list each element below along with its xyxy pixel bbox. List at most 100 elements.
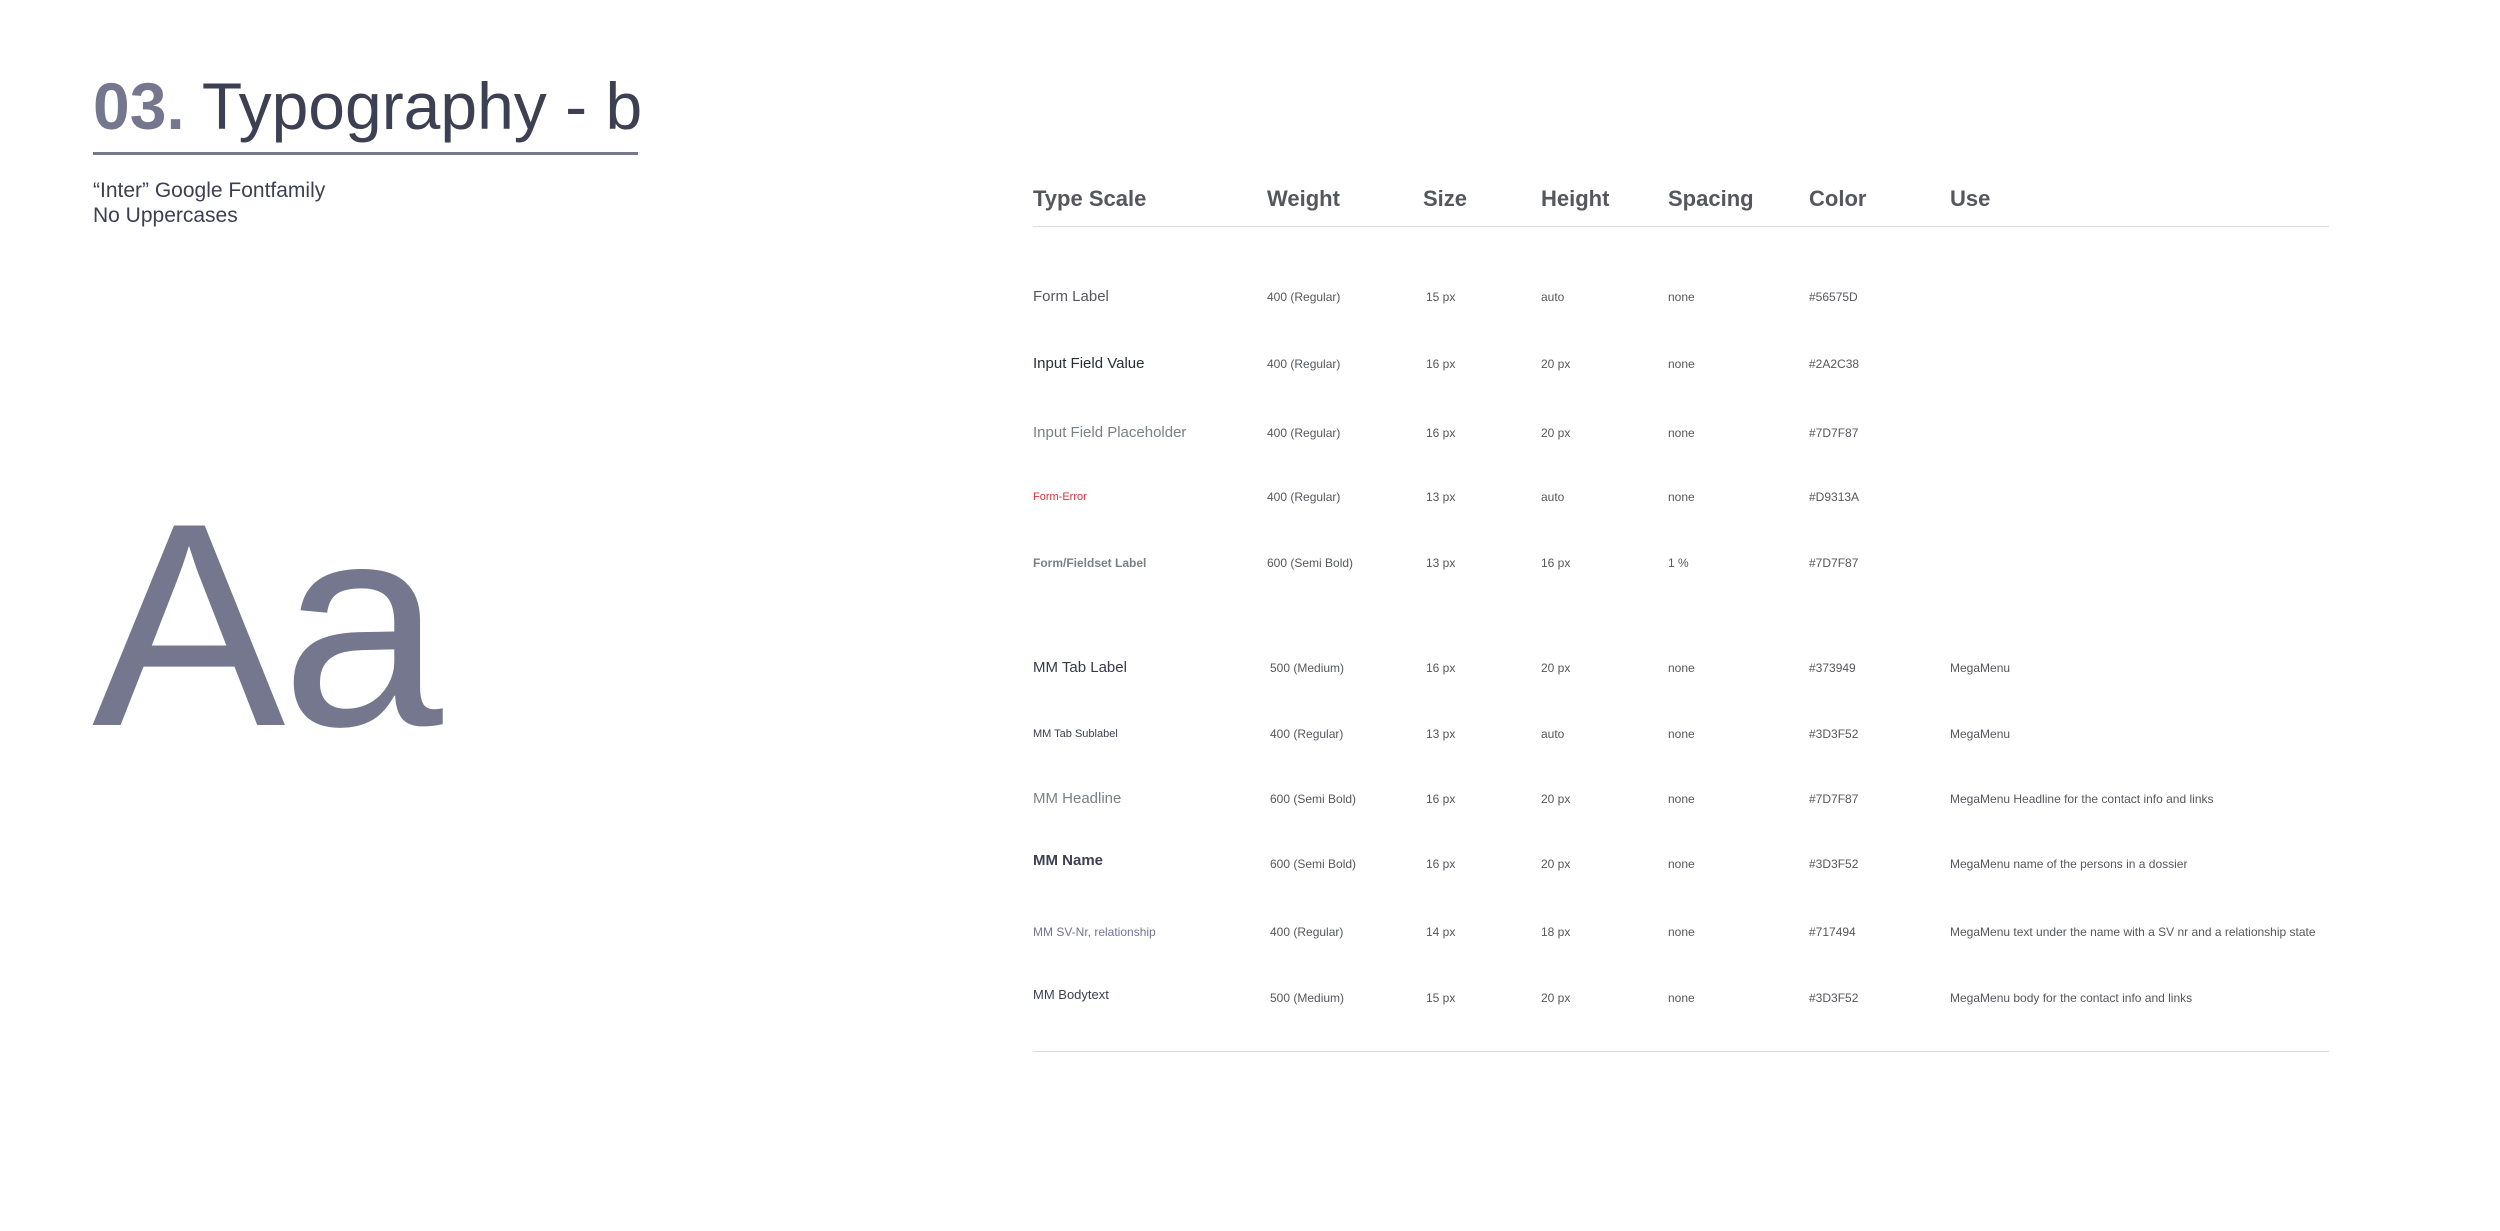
- type-scale-name: Form-Error: [1033, 491, 1087, 503]
- weight-value: 400 (Regular): [1267, 290, 1341, 304]
- color-value: #D9313A: [1809, 490, 1860, 504]
- color-value: #3D3F52: [1809, 727, 1859, 741]
- type-scale-name: MM Bodytext: [1033, 987, 1109, 1002]
- subtitle: “Inter” Google Fontfamily No Uppercases: [93, 178, 325, 228]
- spacing-value: none: [1668, 357, 1695, 371]
- height-value: 20 px: [1541, 991, 1571, 1005]
- page-title-number: 03.: [93, 69, 185, 143]
- use-value: MegaMenu: [1950, 661, 2011, 675]
- table-row: MM Tab Sublabel 400 (Regular) 13 px auto…: [1033, 722, 2343, 746]
- spacing-value: none: [1668, 490, 1695, 504]
- size-value: 15 px: [1426, 290, 1456, 304]
- type-specimen: Aa: [92, 463, 443, 787]
- spacing-value: none: [1668, 925, 1695, 939]
- type-scale-name: Form/Fieldset Label: [1033, 556, 1147, 570]
- table-row: MM Bodytext 500 (Medium) 15 px 20 px non…: [1033, 986, 2343, 1010]
- table-row: MM Headline 600 (Semi Bold) 16 px 20 px …: [1033, 787, 2343, 811]
- table-row: Form/Fieldset Label 600 (Semi Bold) 13 p…: [1033, 551, 2343, 575]
- spacing-value: 1 %: [1668, 556, 1689, 570]
- size-value: 16 px: [1426, 857, 1456, 871]
- type-scale-table: Type Scale Weight Size Height Spacing Co…: [1033, 0, 2343, 1231]
- weight-value: 500 (Medium): [1270, 991, 1345, 1005]
- spacing-value: none: [1668, 727, 1695, 741]
- spacing-value: none: [1668, 991, 1695, 1005]
- height-value: 20 px: [1541, 357, 1571, 371]
- weight-value: 400 (Regular): [1270, 925, 1344, 939]
- table-row: Form Label 400 (Regular) 15 px auto none…: [1033, 285, 2343, 309]
- subtitle-uppercase-note: No Uppercases: [93, 204, 238, 227]
- height-value: auto: [1541, 290, 1565, 304]
- spacing-value: none: [1668, 792, 1695, 806]
- spacing-value: none: [1668, 290, 1695, 304]
- type-scale-name: Form Label: [1033, 288, 1109, 305]
- use-value: MegaMenu name of the persons in a dossie…: [1950, 857, 2188, 871]
- size-value: 13 px: [1426, 556, 1456, 570]
- height-value: 20 px: [1541, 661, 1571, 675]
- header-divider: [1033, 226, 2329, 227]
- use-value: MegaMenu: [1950, 727, 2011, 741]
- type-scale-name: MM Headline: [1033, 790, 1122, 807]
- header-use: Use: [1950, 186, 1991, 211]
- color-value: #7D7F87: [1809, 792, 1859, 806]
- color-value: #7D7F87: [1809, 426, 1859, 440]
- use-value: MegaMenu text under the name with a SV n…: [1950, 925, 2316, 939]
- page-title: 03. Typography - b: [93, 69, 643, 143]
- type-scale-name: MM Tab Sublabel: [1033, 728, 1118, 740]
- size-value: 13 px: [1426, 727, 1456, 741]
- header-type-scale: Type Scale: [1033, 186, 1147, 211]
- color-value: #717494: [1809, 925, 1856, 939]
- size-value: 13 px: [1426, 490, 1456, 504]
- color-value: #7D7F87: [1809, 556, 1859, 570]
- subtitle-font-family: “Inter” Google Fontfamily: [93, 179, 326, 202]
- color-value: #2A2C38: [1809, 357, 1860, 371]
- height-value: 16 px: [1541, 556, 1571, 570]
- type-scale-name: MM Name: [1033, 852, 1104, 869]
- use-value: MegaMenu Headline for the contact info a…: [1950, 792, 2214, 806]
- color-value: #56575D: [1809, 290, 1858, 304]
- header-weight: Weight: [1267, 186, 1340, 211]
- header-height: Height: [1541, 186, 1610, 211]
- size-value: 15 px: [1426, 991, 1456, 1005]
- header-size: Size: [1423, 186, 1468, 211]
- size-value: 16 px: [1426, 426, 1456, 440]
- weight-value: 600 (Semi Bold): [1270, 792, 1357, 806]
- header-color: Color: [1809, 186, 1867, 211]
- size-value: 14 px: [1426, 925, 1456, 939]
- title-underline: [93, 152, 638, 155]
- table-row: MM Tab Label 500 (Medium) 16 px 20 px no…: [1033, 656, 2343, 680]
- weight-value: 500 (Medium): [1270, 661, 1345, 675]
- table-bottom-divider: [1033, 1051, 2329, 1052]
- weight-value: 600 (Semi Bold): [1270, 857, 1357, 871]
- size-value: 16 px: [1426, 661, 1456, 675]
- height-value: auto: [1541, 727, 1565, 741]
- table-row: MM SV-Nr, relationship 400 (Regular) 14 …: [1033, 920, 2343, 944]
- size-value: 16 px: [1426, 792, 1456, 806]
- color-value: #373949: [1809, 661, 1856, 675]
- height-value: 20 px: [1541, 426, 1571, 440]
- color-value: #3D3F52: [1809, 991, 1859, 1005]
- weight-value: 400 (Regular): [1270, 727, 1344, 741]
- page-title-text: Typography - b: [201, 69, 643, 143]
- type-scale-name: Input Field Value: [1033, 355, 1145, 372]
- height-value: auto: [1541, 490, 1565, 504]
- table-row: MM Name 600 (Semi Bold) 16 px 20 px none…: [1033, 852, 2343, 876]
- table-row: Form-Error 400 (Regular) 13 px auto none…: [1033, 485, 2343, 509]
- type-scale-name: Input Field Placeholder: [1033, 424, 1187, 441]
- height-value: 20 px: [1541, 857, 1571, 871]
- spacing-value: none: [1668, 661, 1695, 675]
- header-spacing: Spacing: [1668, 186, 1754, 211]
- spacing-value: none: [1668, 857, 1695, 871]
- table-row: Input Field Placeholder 400 (Regular) 16…: [1033, 421, 2343, 445]
- type-scale-name: MM SV-Nr, relationship: [1033, 925, 1156, 939]
- height-value: 18 px: [1541, 925, 1571, 939]
- weight-value: 400 (Regular): [1267, 426, 1341, 440]
- table-row: Input Field Value 400 (Regular) 16 px 20…: [1033, 352, 2343, 376]
- spacing-value: none: [1668, 426, 1695, 440]
- use-value: MegaMenu body for the contact info and l…: [1950, 991, 2193, 1005]
- weight-value: 400 (Regular): [1267, 357, 1341, 371]
- type-scale-name: MM Tab Label: [1033, 659, 1127, 676]
- color-value: #3D3F52: [1809, 857, 1859, 871]
- height-value: 20 px: [1541, 792, 1571, 806]
- weight-value: 600 (Semi Bold): [1267, 556, 1354, 570]
- weight-value: 400 (Regular): [1267, 490, 1341, 504]
